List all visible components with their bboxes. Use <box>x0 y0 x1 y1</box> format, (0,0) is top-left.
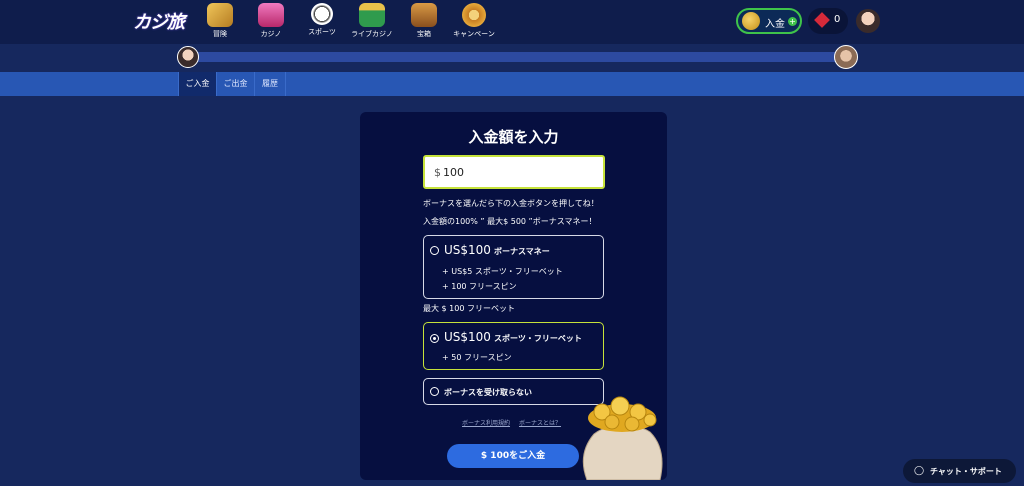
option-line: + 50 フリースピン <box>442 353 512 362</box>
site-logo[interactable]: カジ旅 <box>133 8 185 34</box>
tab-history[interactable]: 履歴 <box>255 72 286 96</box>
option-amount: US$100 <box>444 330 491 344</box>
amount-input[interactable]: $ 100 <box>423 155 605 189</box>
plus-icon: + <box>788 17 797 26</box>
map-icon <box>207 3 233 27</box>
option-kind: スポーツ・フリーベット <box>494 334 582 343</box>
campaign-wheel-icon <box>462 3 486 27</box>
deposit-panel: 入金額を入力 $ 100 ボーナスを選んだら下の入金ボタンを押してね！ 入金額の… <box>360 112 667 480</box>
user-avatar[interactable] <box>856 9 880 33</box>
top-nav-bar: カジ旅 冒険 カジノ スポーツ ライブカジノ 宝箱 キャンペーン 入金 + 0 <box>0 0 1024 44</box>
bonus-hint: ボーナスを選んだら下の入金ボタンを押してね！ <box>423 199 599 208</box>
panel-title: 入金額を入力 <box>468 128 559 146</box>
currency-symbol: $ <box>434 166 441 179</box>
what-is-bonus-link[interactable]: ボーナスとは？ <box>519 418 561 427</box>
bonus-option-money[interactable]: US$100 ボーナスマネー + US$5 スポーツ・フリーベット + 100 … <box>423 235 604 299</box>
coin-icon <box>742 12 760 30</box>
gold-coin-sack-image <box>582 396 663 480</box>
chat-bubble-icon: ◯ <box>914 466 925 476</box>
radio-button[interactable] <box>430 387 439 396</box>
slot-machine-icon <box>258 3 284 27</box>
radio-button[interactable] <box>430 334 439 343</box>
chat-support-button[interactable]: ◯ チャット・サポート <box>903 459 1016 483</box>
nav-label: ライブカジノ <box>351 30 393 38</box>
gem-count: 0 <box>834 14 841 25</box>
option-kind: ボーナスを受け取らない <box>444 388 532 397</box>
freebet-max: 最大 $ 100 フリーベット <box>423 304 515 313</box>
level-progress-bar <box>190 52 840 62</box>
gem-icon <box>814 12 830 28</box>
chat-label: チャット・サポート <box>930 467 1002 476</box>
option-kind: ボーナスマネー <box>494 247 550 256</box>
current-character-avatar <box>177 46 199 68</box>
level-progress-fill <box>190 52 840 62</box>
cashier-tab-bar: ご入金 ご出金 履歴 <box>0 72 1024 96</box>
nav-item-live-casino[interactable]: ライブカジノ <box>342 3 402 39</box>
amount-value: 100 <box>443 166 464 179</box>
nav-item-campaign[interactable]: キャンペーン <box>444 3 504 39</box>
next-character-avatar <box>834 45 858 69</box>
option-line: + 100 フリースピン <box>442 282 517 291</box>
radio-button[interactable] <box>430 246 439 255</box>
soccer-ball-icon <box>311 3 333 25</box>
option-line: + US$5 スポーツ・フリーベット <box>442 267 563 276</box>
tab-deposit[interactable]: ご入金 <box>178 72 217 96</box>
deposit-label: 入金 <box>765 19 785 30</box>
submit-deposit-button[interactable]: $ 100をご入金 <box>447 444 579 468</box>
tab-withdraw[interactable]: ご出金 <box>217 72 255 96</box>
bonus-terms-link[interactable]: ボーナス利用規約 <box>462 418 510 427</box>
treasure-chest-icon <box>411 3 437 27</box>
nav-label: キャンペーン <box>453 30 495 38</box>
option-amount: US$100 <box>444 243 491 257</box>
bonus-option-sports[interactable]: US$100 スポーツ・フリーベット + 50 フリースピン <box>423 322 604 370</box>
bonus-summary: 入金額の100% ” 最大$ 500 ”ボーナスマネー！ <box>423 217 597 226</box>
roulette-table-icon <box>359 3 385 27</box>
gem-balance[interactable]: 0 <box>808 8 848 34</box>
header-deposit-button[interactable]: 入金 + <box>736 8 802 34</box>
